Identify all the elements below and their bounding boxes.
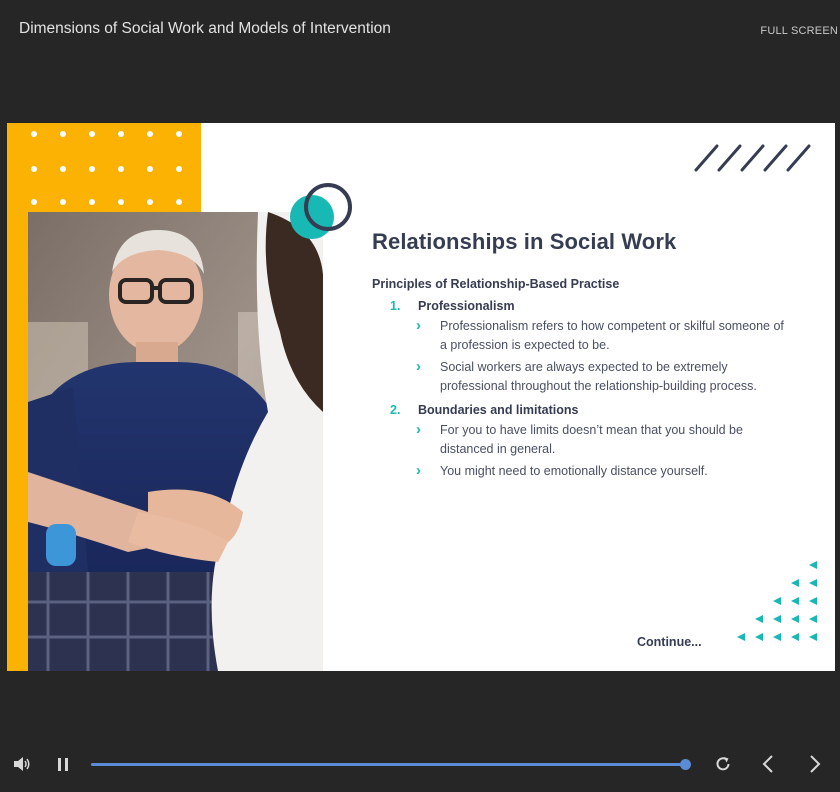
dot-pattern [31,131,182,205]
bullet-item: › Social workers are always expected to … [414,358,784,395]
top-bar: Dimensions of Social Work and Models of … [0,0,840,60]
chevron-right-icon[interactable] [808,754,822,774]
slide-subheading: Principles of Relationship-Based Practis… [372,277,620,291]
bullet-item: › Professionalism refers to how competen… [414,317,784,354]
slide-heading: Relationships in Social Work [372,229,677,254]
item-label: Professionalism [418,299,515,313]
chevron-right-icon: › [416,358,421,375]
course-title: Dimensions of Social Work and Models of … [19,20,391,37]
bullet-list: › For you to have limits doesn’t mean th… [414,421,802,481]
progress-handle[interactable] [680,759,691,770]
slide: Relationships in Social Work Principles … [7,123,835,671]
progress-fill [91,763,685,766]
bullet-text: Professionalism refers to how competent … [440,319,784,352]
chevron-right-icon: › [416,462,421,479]
chevron-right-icon: › [416,421,421,438]
replay-icon[interactable] [714,755,732,773]
slide-content: Relationships in Social Work Principles … [372,229,802,485]
pause-icon[interactable] [57,757,69,772]
photo-caregiver-elderly-man [28,212,323,671]
triangles-decoration [737,561,817,641]
list-item: 2. Boundaries and limitations [372,403,802,417]
item-number: 2. [390,403,401,417]
bullet-text: Social workers are always expected to be… [440,360,757,393]
list-item: 1. Professionalism [372,299,802,313]
bullet-text: You might need to emotionally distance y… [440,464,708,478]
continue-button[interactable]: Continue... [637,635,702,649]
fullscreen-button[interactable]: FULL SCREEN [760,25,838,37]
bullet-item: › You might need to emotionally distance… [414,462,784,481]
progress-bar[interactable] [91,759,691,770]
chevron-right-icon: › [416,317,421,334]
bullet-list: › Professionalism refers to how competen… [414,317,802,395]
item-number: 1. [390,299,401,313]
bullet-text: For you to have limits doesn’t mean that… [440,423,743,456]
slashes-decoration [694,144,811,172]
item-label: Boundaries and limitations [418,403,579,417]
chevron-left-icon[interactable] [761,754,775,774]
volume-icon[interactable] [13,756,31,772]
circles-decoration [290,183,352,239]
player-controls [0,740,840,792]
bullet-item: › For you to have limits doesn’t mean th… [414,421,784,458]
